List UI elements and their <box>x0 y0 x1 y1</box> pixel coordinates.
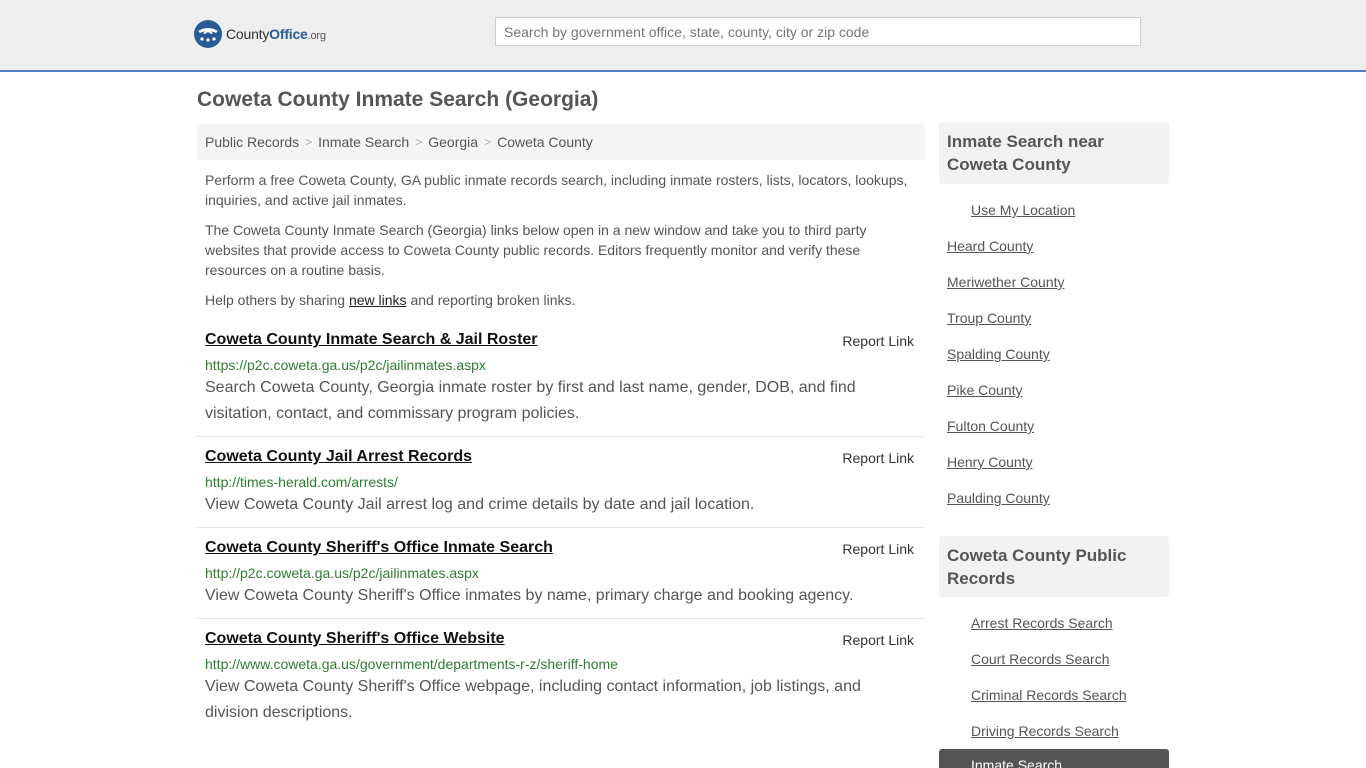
breadcrumb-georgia[interactable]: Georgia <box>428 134 478 150</box>
sidebar-item-arrest-records[interactable]: Arrest Records Search <box>971 615 1113 631</box>
report-link-button[interactable]: Report Link <box>842 450 914 466</box>
nearby-county-link[interactable]: Pike County <box>947 382 1022 398</box>
nearby-county-link[interactable]: Spalding County <box>947 346 1050 362</box>
result-description: View Coweta County Sheriff's Office inma… <box>205 587 854 604</box>
result-description: Search Coweta County, Georgia inmate ros… <box>205 379 856 422</box>
breadcrumb-coweta-county[interactable]: Coweta County <box>497 134 593 150</box>
report-link-button[interactable]: Report Link <box>842 632 914 648</box>
breadcrumb-separator-icon: > <box>415 135 423 149</box>
use-my-location-link[interactable]: Use My Location <box>971 202 1075 218</box>
nearby-county-link[interactable]: Troup County <box>947 310 1031 326</box>
intro-paragraph-2: The Coweta County Inmate Search (Georgia… <box>205 222 867 278</box>
nearby-county-link[interactable]: Heard County <box>947 238 1033 254</box>
report-link-button[interactable]: Report Link <box>842 541 914 557</box>
sidebar-item-driving-records[interactable]: Driving Records Search <box>971 723 1119 739</box>
sidebar-item-inmate-search[interactable]: Inmate Search <box>939 749 1169 768</box>
nearby-county-link[interactable]: Meriwether County <box>947 274 1065 290</box>
nearby-county-link[interactable]: Fulton County <box>947 418 1034 434</box>
breadcrumb-separator-icon: > <box>484 135 492 149</box>
logo-text: CountyOffice.org <box>226 26 326 42</box>
report-link-button[interactable]: Report Link <box>842 333 914 349</box>
public-records-heading: Coweta County Public Records <box>939 536 1169 597</box>
sidebar-item-criminal-records[interactable]: Criminal Records Search <box>971 687 1127 703</box>
breadcrumb: Public Records > Inmate Search > Georgia… <box>197 124 925 160</box>
result-description: View Coweta County Jail arrest log and c… <box>205 496 755 513</box>
result-title-link[interactable]: Coweta County Sheriff's Office Website <box>205 630 505 648</box>
sidebar-item-label: Inmate Search <box>971 757 1063 768</box>
result-title-link[interactable]: Coweta County Inmate Search & Jail Roste… <box>205 331 538 349</box>
nearby-heading: Inmate Search near Coweta County <box>939 122 1169 184</box>
intro-paragraph-1: Perform a free Coweta County, GA public … <box>205 172 908 208</box>
result-url: http://p2c.coweta.ga.us/p2c/jailinmates.… <box>205 565 479 581</box>
nearby-county-link[interactable]: Paulding County <box>947 490 1050 506</box>
result-title-link[interactable]: Coweta County Sheriff's Office Inmate Se… <box>205 539 553 557</box>
logo[interactable]: CountyOffice.org <box>194 20 326 48</box>
breadcrumb-separator-icon: > <box>305 135 313 149</box>
page-title: Coweta County Inmate Search (Georgia) <box>197 88 599 111</box>
search-input[interactable] <box>495 17 1141 46</box>
breadcrumb-inmate-search[interactable]: Inmate Search <box>318 134 409 150</box>
result-title-link[interactable]: Coweta County Jail Arrest Records <box>205 448 472 466</box>
nearby-county-link[interactable]: Henry County <box>947 454 1033 470</box>
result-url: http://times-herald.com/arrests/ <box>205 474 398 490</box>
county-office-logo-icon <box>194 20 222 48</box>
result-url: https://p2c.coweta.ga.us/p2c/jailinmates… <box>205 357 486 373</box>
result-divider <box>197 618 925 619</box>
breadcrumb-public-records[interactable]: Public Records <box>205 134 299 150</box>
sidebar-item-court-records[interactable]: Court Records Search <box>971 651 1110 667</box>
result-description: View Coweta County Sheriff's Office webp… <box>205 678 861 721</box>
result-url: http://www.coweta.ga.us/government/depar… <box>205 656 618 672</box>
intro-paragraph-3: Help others by sharing new links and rep… <box>205 292 576 308</box>
new-links-link[interactable]: new links <box>349 292 407 308</box>
result-divider <box>197 527 925 528</box>
site-header: CountyOffice.org <box>0 0 1366 72</box>
result-divider <box>197 436 925 437</box>
